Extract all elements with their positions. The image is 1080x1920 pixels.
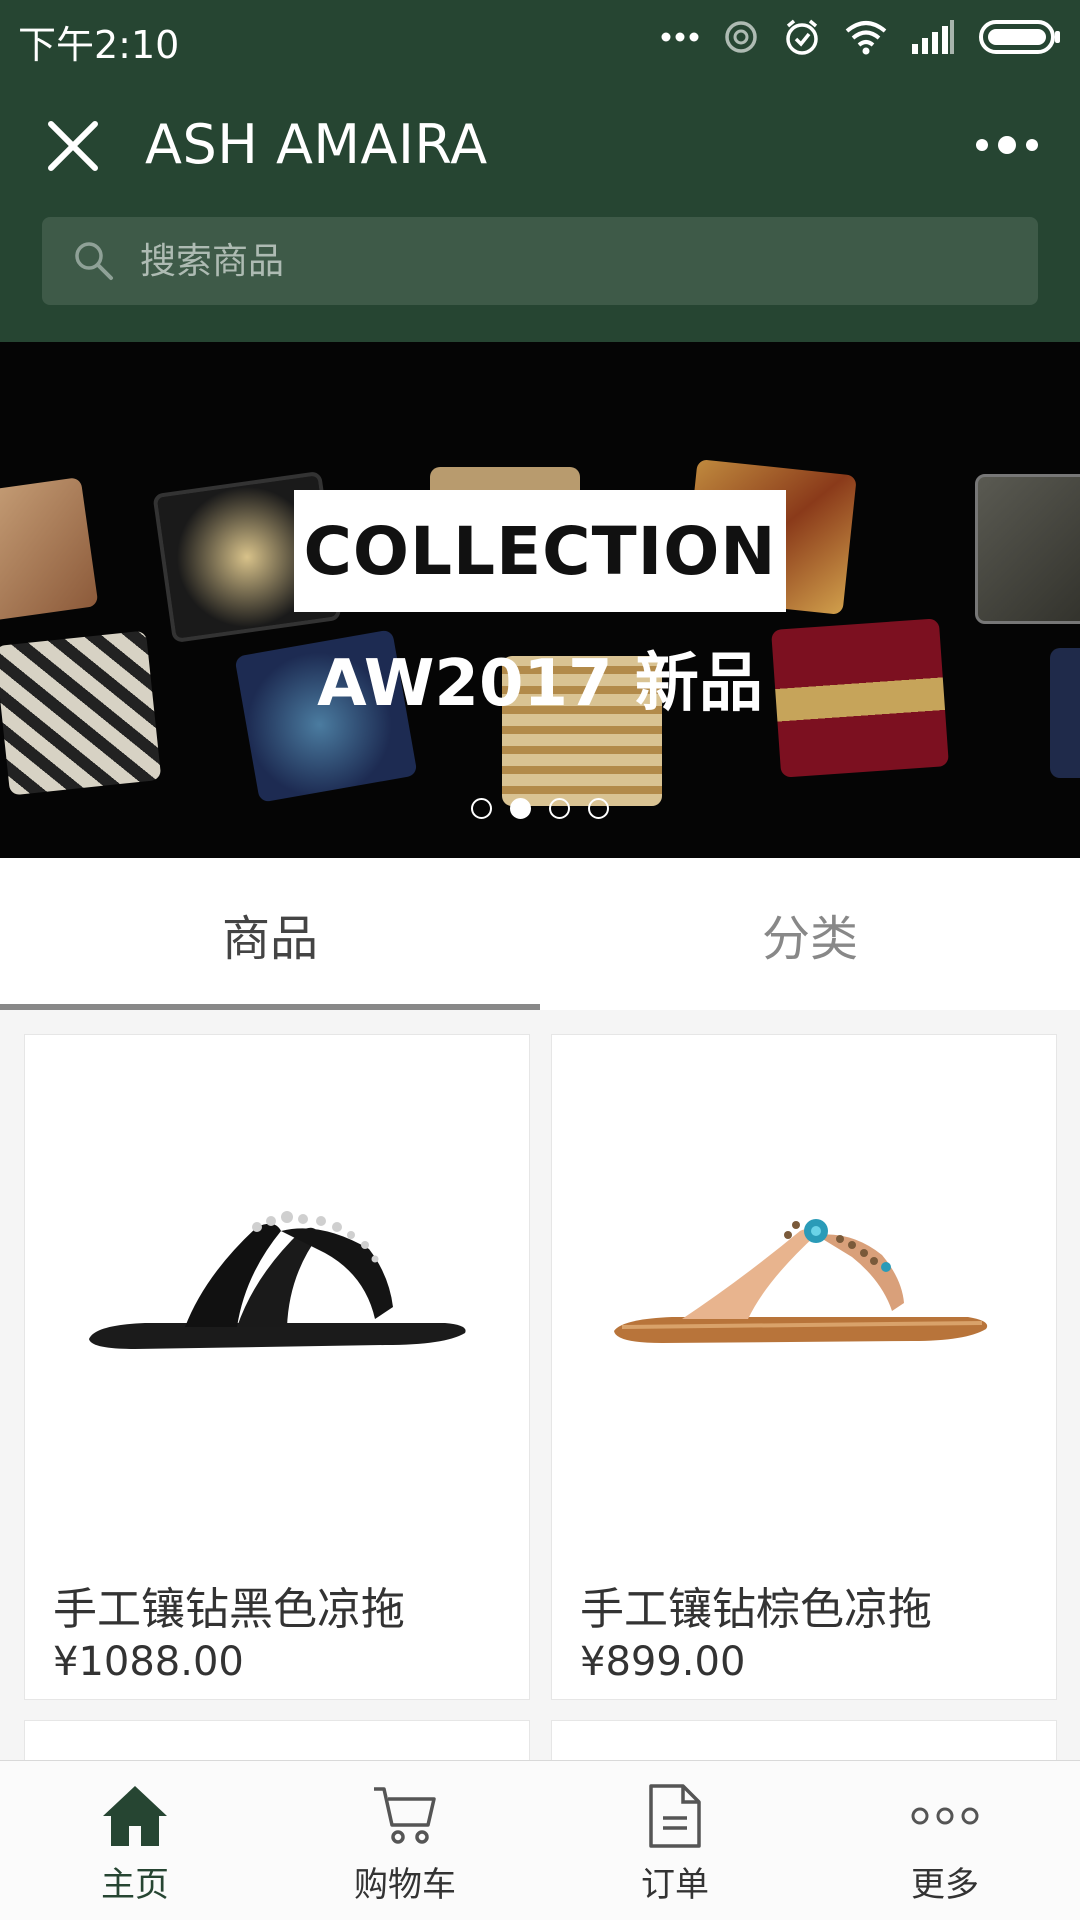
search-icon — [75, 242, 113, 280]
carousel-dot[interactable] — [471, 798, 492, 819]
status-icons — [660, 12, 1062, 62]
tabbar-label: 更多 — [911, 1865, 979, 1905]
tabbar-item-home[interactable]: 主页 — [0, 1761, 270, 1920]
product-name: 手工镶钻棕色凉拖 — [580, 1584, 932, 1635]
product-card[interactable]: 手工镶钻黑色凉拖 ¥1088.00 — [24, 1034, 530, 1700]
tab-label: 商品 — [221, 911, 318, 967]
home-icon — [103, 1786, 167, 1846]
battery-icon — [979, 20, 1060, 54]
product-card[interactable] — [551, 1720, 1057, 1760]
product-price: ¥899.00 — [580, 1639, 746, 1685]
tabbar-label: 订单 — [641, 1865, 709, 1905]
search-bar[interactable] — [42, 217, 1038, 305]
tab-categories[interactable]: 分类 — [540, 858, 1080, 1010]
close-icon — [48, 121, 98, 171]
carousel-dot-active[interactable] — [510, 798, 531, 819]
header: 下午2:10 ASH AMAIRA 搜索商品 — [0, 0, 1080, 342]
banner-clutch-image — [975, 474, 1080, 624]
banner-heading-box: COLLECTION — [294, 490, 786, 612]
status-time: 下午2:10 — [18, 23, 180, 67]
banner-clutch-image — [0, 476, 99, 622]
tabbar-item-cart[interactable]: 购物车 — [270, 1761, 540, 1920]
sync-icon — [725, 21, 757, 53]
more-dots-icon — [976, 136, 1038, 154]
brown-sandal-image — [614, 1219, 988, 1343]
cart-icon — [374, 1787, 436, 1844]
product-price: ¥1088.00 — [53, 1639, 244, 1685]
content-tabs: 商品 分类 — [0, 858, 1080, 1010]
carousel-dot[interactable] — [588, 798, 609, 819]
banner-carousel[interactable]: COLLECTION AW2017 新品 — [0, 342, 1080, 858]
banner-heading: COLLECTION — [303, 512, 777, 590]
navbar: ASH AMAIRA — [0, 95, 1080, 195]
product-image — [25, 1035, 529, 1535]
signal-icon — [912, 20, 954, 54]
tabbar-label: 购物车 — [354, 1865, 456, 1905]
product-card[interactable]: 手工镶钻棕色凉拖 ¥899.00 — [551, 1034, 1057, 1700]
tab-products[interactable]: 商品 — [0, 858, 540, 1010]
product-card[interactable] — [24, 1720, 530, 1760]
document-icon — [649, 1784, 701, 1848]
alarm-icon — [786, 19, 818, 55]
more-options-button[interactable] — [972, 123, 1042, 167]
more-circles-icon — [911, 1807, 979, 1825]
search-input[interactable] — [140, 217, 1000, 305]
product-name: 手工镶钻黑色凉拖 — [53, 1584, 405, 1635]
tabbar-item-more[interactable]: 更多 — [810, 1761, 1080, 1920]
carousel-dots — [0, 798, 1080, 819]
tabbar-item-orders[interactable]: 订单 — [540, 1761, 810, 1920]
product-image — [552, 1035, 1056, 1535]
banner-subtitle: AW2017 新品 — [317, 647, 763, 721]
close-button[interactable] — [42, 115, 104, 177]
tabbar-label: 主页 — [101, 1865, 169, 1905]
carousel-dot[interactable] — [549, 798, 570, 819]
status-bar: 下午2:10 — [0, 0, 1080, 80]
page-title: ASH AMAIRA — [145, 113, 488, 176]
tab-label: 分类 — [761, 911, 858, 967]
black-sandal-image — [89, 1211, 466, 1349]
product-grid: 手工镶钻黑色凉拖 ¥1088.00 手工镶钻棕色凉拖 ¥899.00 — [0, 1010, 1080, 1760]
bottom-tab-bar: 主页 购物车 订单 更多 — [0, 1760, 1080, 1920]
app-screen: 下午2:10 ASH AMAIRA 搜索商品 COLLECTION AW2017… — [0, 0, 1080, 1920]
wifi-icon — [845, 21, 887, 55]
more-dots-icon — [661, 32, 699, 42]
